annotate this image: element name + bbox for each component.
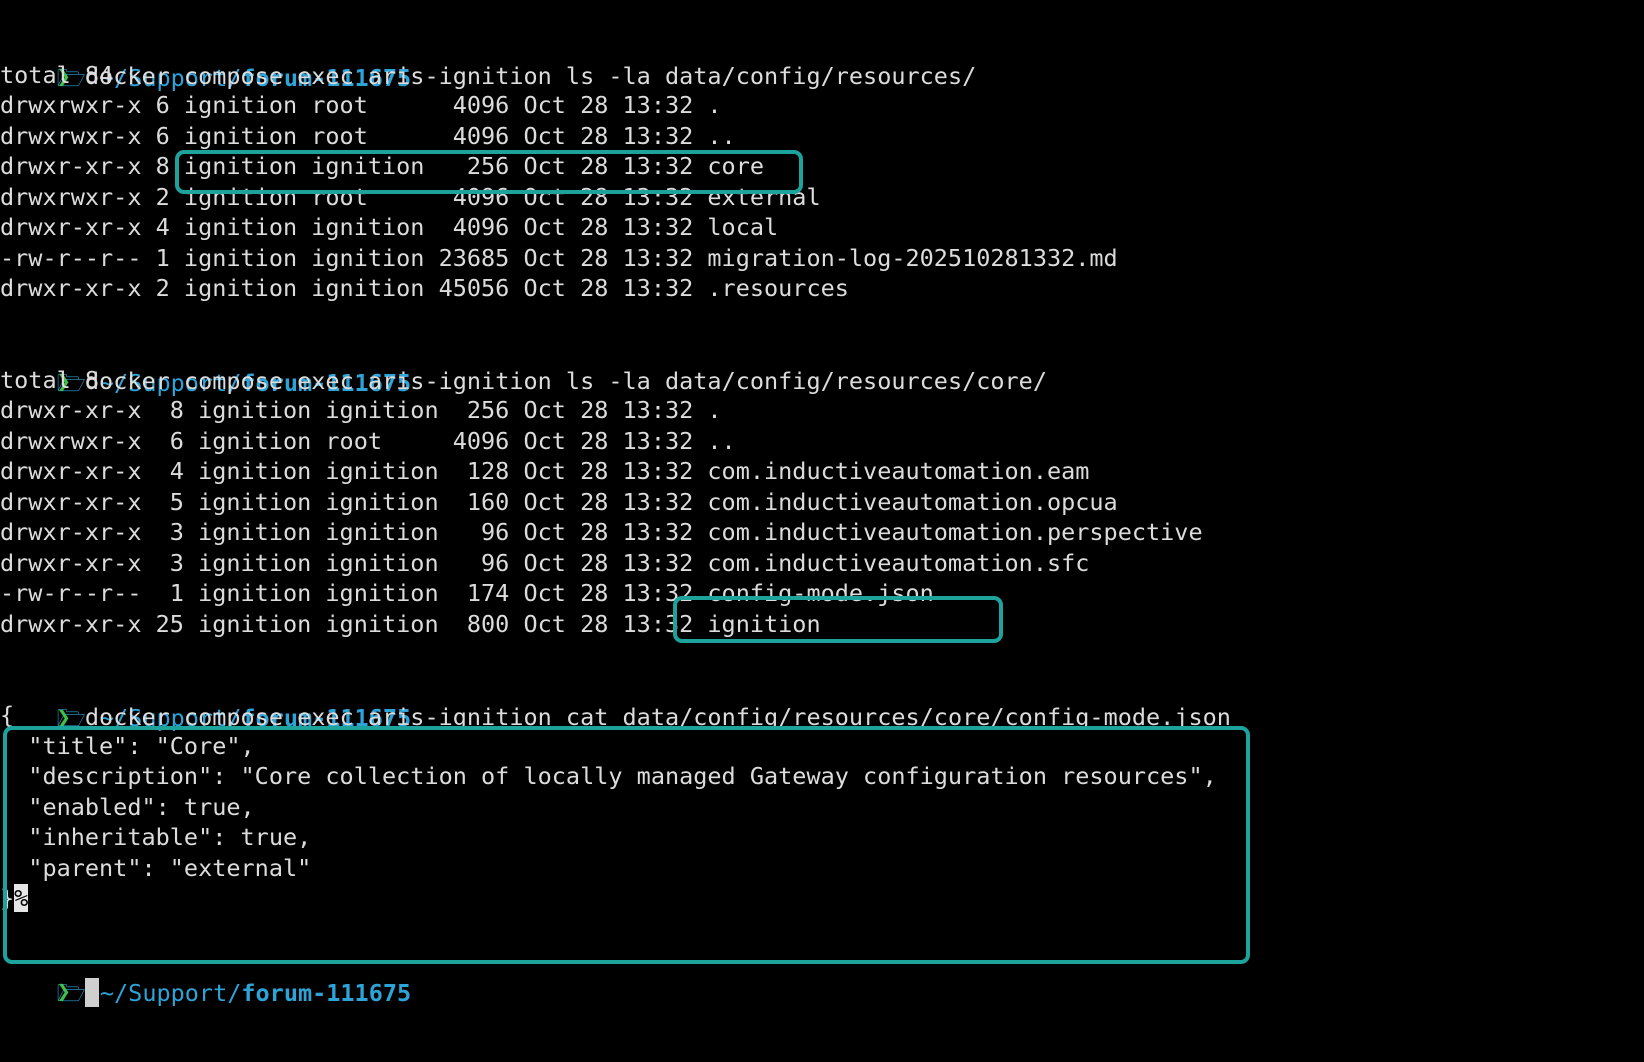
prompt-chevron-icon: ❯ xyxy=(56,977,71,1005)
output-line: total 84 xyxy=(0,61,114,89)
command-line: ❯ docker compose exec aris-ignition ls -… xyxy=(0,28,977,90)
output-line: -rw-r--r-- 1 ignition ignition 23685 Oct… xyxy=(0,244,1118,272)
output-line: total 8 xyxy=(0,366,100,394)
highlight-box-json-output xyxy=(3,726,1250,964)
terminal-window[interactable]: 🗁 ~/Support/forum-111675 ❯ docker compos… xyxy=(0,0,1644,1062)
command-line: ❯ docker compose exec aris-ignition ls -… xyxy=(0,333,1047,395)
text-cursor xyxy=(84,978,99,1007)
output-line: drwxr-xr-x 3 ignition ignition 96 Oct 28… xyxy=(0,549,1090,577)
output-line: drwxr-xr-x 4 ignition ignition 128 Oct 2… xyxy=(0,457,1090,485)
output-line: drwxr-xr-x 4 ignition ignition 4096 Oct … xyxy=(0,213,779,241)
output-line: drwxrwxr-x 6 ignition root 4096 Oct 28 1… xyxy=(0,427,736,455)
command-line: ❯ docker compose exec aris-ignition cat … xyxy=(0,669,1231,731)
highlight-box-config-mode-json xyxy=(673,596,1003,643)
prompt-line: 🗁 ~/Support/forum-111675 xyxy=(0,303,412,397)
output-line: drwxrwxr-x 6 ignition root 4096 Oct 28 1… xyxy=(0,122,736,150)
output-line: drwxrwxr-x 6 ignition root 4096 Oct 28 1… xyxy=(0,91,722,119)
output-line: drwxr-xr-x 3 ignition ignition 96 Oct 28… xyxy=(0,518,1203,546)
command-text: docker compose exec aris-ignition ls -la… xyxy=(70,367,1047,395)
output-line: drwxr-xr-x 5 ignition ignition 160 Oct 2… xyxy=(0,488,1118,516)
prompt-line: 🗁 ~/Support/forum-111675 xyxy=(0,0,412,92)
prompt-line: 🗁 ~/Support/forum-111675 xyxy=(0,638,412,732)
prompt-path: ~/Support/ xyxy=(85,979,242,1007)
output-line: drwxr-xr-x 8 ignition ignition 256 Oct 2… xyxy=(0,396,722,424)
prompt-dir: forum-111675 xyxy=(241,979,412,1007)
output-line: drwxr-xr-x 2 ignition ignition 45056 Oct… xyxy=(0,274,849,302)
command-text: docker compose exec aris-ignition ls -la… xyxy=(70,62,977,90)
highlight-box-core-row xyxy=(175,150,803,194)
